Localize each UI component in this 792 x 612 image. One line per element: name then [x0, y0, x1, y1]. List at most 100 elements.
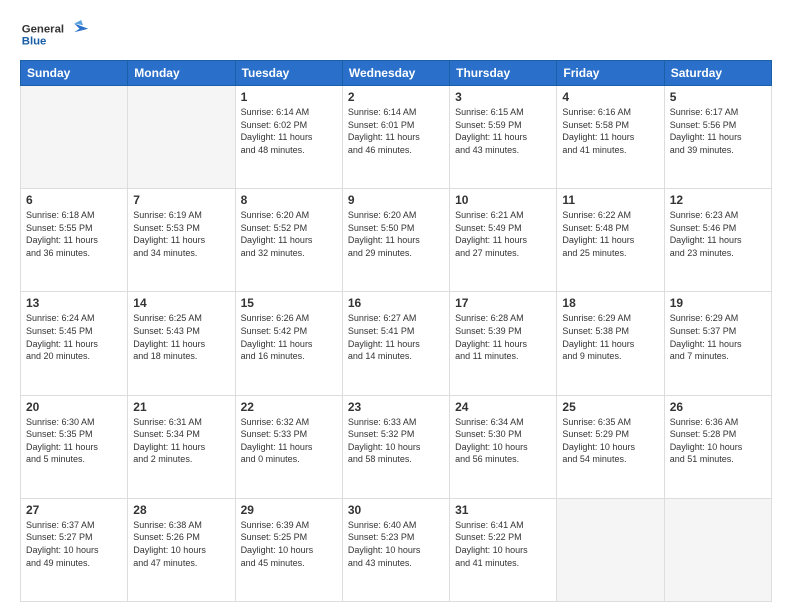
svg-text:General: General	[22, 23, 64, 35]
day-info: Sunrise: 6:36 AM Sunset: 5:28 PM Dayligh…	[670, 416, 766, 466]
calendar-cell: 6 Sunrise: 6:18 AM Sunset: 5:55 PM Daylig…	[21, 189, 128, 292]
day-info: Sunrise: 6:14 AM Sunset: 6:02 PM Dayligh…	[241, 106, 337, 156]
calendar-cell: 26 Sunrise: 6:36 AM Sunset: 5:28 PM Dayli…	[664, 395, 771, 498]
day-info: Sunrise: 6:23 AM Sunset: 5:46 PM Dayligh…	[670, 209, 766, 259]
calendar-cell: 27 Sunrise: 6:37 AM Sunset: 5:27 PM Dayli…	[21, 498, 128, 601]
day-info: Sunrise: 6:29 AM Sunset: 5:37 PM Dayligh…	[670, 312, 766, 362]
day-info: Sunrise: 6:25 AM Sunset: 5:43 PM Dayligh…	[133, 312, 229, 362]
svg-text:Blue: Blue	[22, 36, 47, 48]
calendar-cell: 30Sunrise: 6:40 AM Sunset: 5:23 PM Dayli…	[342, 498, 449, 601]
calendar-cell	[664, 498, 771, 601]
day-number: 28	[133, 503, 229, 517]
calendar-cell: 1 Sunrise: 6:14 AM Sunset: 6:02 PM Daylig…	[235, 86, 342, 189]
calendar-week-3: 13Sunrise: 6:24 AM Sunset: 5:45 PM Dayli…	[21, 292, 772, 395]
day-info: Sunrise: 6:20 AM Sunset: 5:50 PM Dayligh…	[348, 209, 444, 259]
calendar-header-friday: Friday	[557, 61, 664, 86]
calendar-week-5: 27 Sunrise: 6:37 AM Sunset: 5:27 PM Dayli…	[21, 498, 772, 601]
logo-icon: General Blue	[20, 16, 90, 52]
day-number: 11	[562, 193, 658, 207]
day-info: Sunrise: 6:15 AM Sunset: 5:59 PM Dayligh…	[455, 106, 551, 156]
calendar-header-tuesday: Tuesday	[235, 61, 342, 86]
calendar-cell: 3 Sunrise: 6:15 AM Sunset: 5:59 PM Daylig…	[450, 86, 557, 189]
calendar-cell: 22 Sunrise: 6:32 AM Sunset: 5:33 PM Dayli…	[235, 395, 342, 498]
calendar-cell: 9 Sunrise: 6:20 AM Sunset: 5:50 PM Daylig…	[342, 189, 449, 292]
day-info: Sunrise: 6:21 AM Sunset: 5:49 PM Dayligh…	[455, 209, 551, 259]
day-info: Sunrise: 6:28 AM Sunset: 5:39 PM Dayligh…	[455, 312, 551, 362]
day-info: Sunrise: 6:30 AM Sunset: 5:35 PM Dayligh…	[26, 416, 122, 466]
day-info: Sunrise: 6:19 AM Sunset: 5:53 PM Dayligh…	[133, 209, 229, 259]
calendar-cell	[557, 498, 664, 601]
day-info: Sunrise: 6:37 AM Sunset: 5:27 PM Dayligh…	[26, 519, 122, 569]
calendar-cell	[128, 86, 235, 189]
day-number: 1	[241, 90, 337, 104]
calendar-cell: 25Sunrise: 6:35 AM Sunset: 5:29 PM Dayli…	[557, 395, 664, 498]
calendar-cell: 4Sunrise: 6:16 AM Sunset: 5:58 PM Daylig…	[557, 86, 664, 189]
day-number: 16	[348, 296, 444, 310]
calendar-cell: 2 Sunrise: 6:14 AM Sunset: 6:01 PM Daylig…	[342, 86, 449, 189]
calendar-header-monday: Monday	[128, 61, 235, 86]
day-info: Sunrise: 6:20 AM Sunset: 5:52 PM Dayligh…	[241, 209, 337, 259]
day-number: 31	[455, 503, 551, 517]
calendar-cell: 24 Sunrise: 6:34 AM Sunset: 5:30 PM Dayli…	[450, 395, 557, 498]
calendar-cell: 7 Sunrise: 6:19 AM Sunset: 5:53 PM Daylig…	[128, 189, 235, 292]
day-number: 9	[348, 193, 444, 207]
day-info: Sunrise: 6:29 AM Sunset: 5:38 PM Dayligh…	[562, 312, 658, 362]
calendar-cell: 19 Sunrise: 6:29 AM Sunset: 5:37 PM Dayli…	[664, 292, 771, 395]
header: General Blue	[20, 16, 772, 52]
calendar-cell: 16 Sunrise: 6:27 AM Sunset: 5:41 PM Dayli…	[342, 292, 449, 395]
day-number: 24	[455, 400, 551, 414]
day-number: 29	[241, 503, 337, 517]
day-number: 20	[26, 400, 122, 414]
calendar-cell: 14 Sunrise: 6:25 AM Sunset: 5:43 PM Dayli…	[128, 292, 235, 395]
calendar-cell	[21, 86, 128, 189]
calendar-cell: 20 Sunrise: 6:30 AM Sunset: 5:35 PM Dayli…	[21, 395, 128, 498]
day-info: Sunrise: 6:32 AM Sunset: 5:33 PM Dayligh…	[241, 416, 337, 466]
day-number: 2	[348, 90, 444, 104]
day-info: Sunrise: 6:18 AM Sunset: 5:55 PM Dayligh…	[26, 209, 122, 259]
day-info: Sunrise: 6:35 AM Sunset: 5:29 PM Dayligh…	[562, 416, 658, 466]
calendar-cell: 5Sunrise: 6:17 AM Sunset: 5:56 PM Daylig…	[664, 86, 771, 189]
day-number: 17	[455, 296, 551, 310]
day-number: 15	[241, 296, 337, 310]
day-number: 12	[670, 193, 766, 207]
calendar-cell: 10Sunrise: 6:21 AM Sunset: 5:49 PM Dayli…	[450, 189, 557, 292]
calendar-header-saturday: Saturday	[664, 61, 771, 86]
day-info: Sunrise: 6:38 AM Sunset: 5:26 PM Dayligh…	[133, 519, 229, 569]
day-number: 6	[26, 193, 122, 207]
day-number: 22	[241, 400, 337, 414]
calendar-cell: 31 Sunrise: 6:41 AM Sunset: 5:22 PM Dayli…	[450, 498, 557, 601]
day-info: Sunrise: 6:17 AM Sunset: 5:56 PM Dayligh…	[670, 106, 766, 156]
day-number: 14	[133, 296, 229, 310]
day-number: 7	[133, 193, 229, 207]
day-info: Sunrise: 6:14 AM Sunset: 6:01 PM Dayligh…	[348, 106, 444, 156]
calendar-week-4: 20 Sunrise: 6:30 AM Sunset: 5:35 PM Dayli…	[21, 395, 772, 498]
day-info: Sunrise: 6:31 AM Sunset: 5:34 PM Dayligh…	[133, 416, 229, 466]
day-number: 23	[348, 400, 444, 414]
calendar-week-2: 6 Sunrise: 6:18 AM Sunset: 5:55 PM Daylig…	[21, 189, 772, 292]
calendar-cell: 15 Sunrise: 6:26 AM Sunset: 5:42 PM Dayli…	[235, 292, 342, 395]
calendar-cell: 8Sunrise: 6:20 AM Sunset: 5:52 PM Daylig…	[235, 189, 342, 292]
page: General Blue SundayMondayTuesdayWednesda…	[0, 0, 792, 612]
day-number: 19	[670, 296, 766, 310]
calendar-header-thursday: Thursday	[450, 61, 557, 86]
calendar-cell: 28 Sunrise: 6:38 AM Sunset: 5:26 PM Dayli…	[128, 498, 235, 601]
calendar-cell: 21Sunrise: 6:31 AM Sunset: 5:34 PM Dayli…	[128, 395, 235, 498]
day-number: 26	[670, 400, 766, 414]
day-number: 13	[26, 296, 122, 310]
day-info: Sunrise: 6:34 AM Sunset: 5:30 PM Dayligh…	[455, 416, 551, 466]
calendar-header-sunday: Sunday	[21, 61, 128, 86]
logo: General Blue	[20, 16, 90, 52]
calendar-cell: 23Sunrise: 6:33 AM Sunset: 5:32 PM Dayli…	[342, 395, 449, 498]
calendar-cell: 17 Sunrise: 6:28 AM Sunset: 5:39 PM Dayli…	[450, 292, 557, 395]
day-number: 4	[562, 90, 658, 104]
calendar-cell: 29Sunrise: 6:39 AM Sunset: 5:25 PM Dayli…	[235, 498, 342, 601]
day-number: 18	[562, 296, 658, 310]
day-info: Sunrise: 6:27 AM Sunset: 5:41 PM Dayligh…	[348, 312, 444, 362]
day-number: 27	[26, 503, 122, 517]
day-info: Sunrise: 6:40 AM Sunset: 5:23 PM Dayligh…	[348, 519, 444, 569]
day-info: Sunrise: 6:26 AM Sunset: 5:42 PM Dayligh…	[241, 312, 337, 362]
day-number: 3	[455, 90, 551, 104]
calendar-header-wednesday: Wednesday	[342, 61, 449, 86]
calendar-cell: 12 Sunrise: 6:23 AM Sunset: 5:46 PM Dayli…	[664, 189, 771, 292]
day-info: Sunrise: 6:41 AM Sunset: 5:22 PM Dayligh…	[455, 519, 551, 569]
